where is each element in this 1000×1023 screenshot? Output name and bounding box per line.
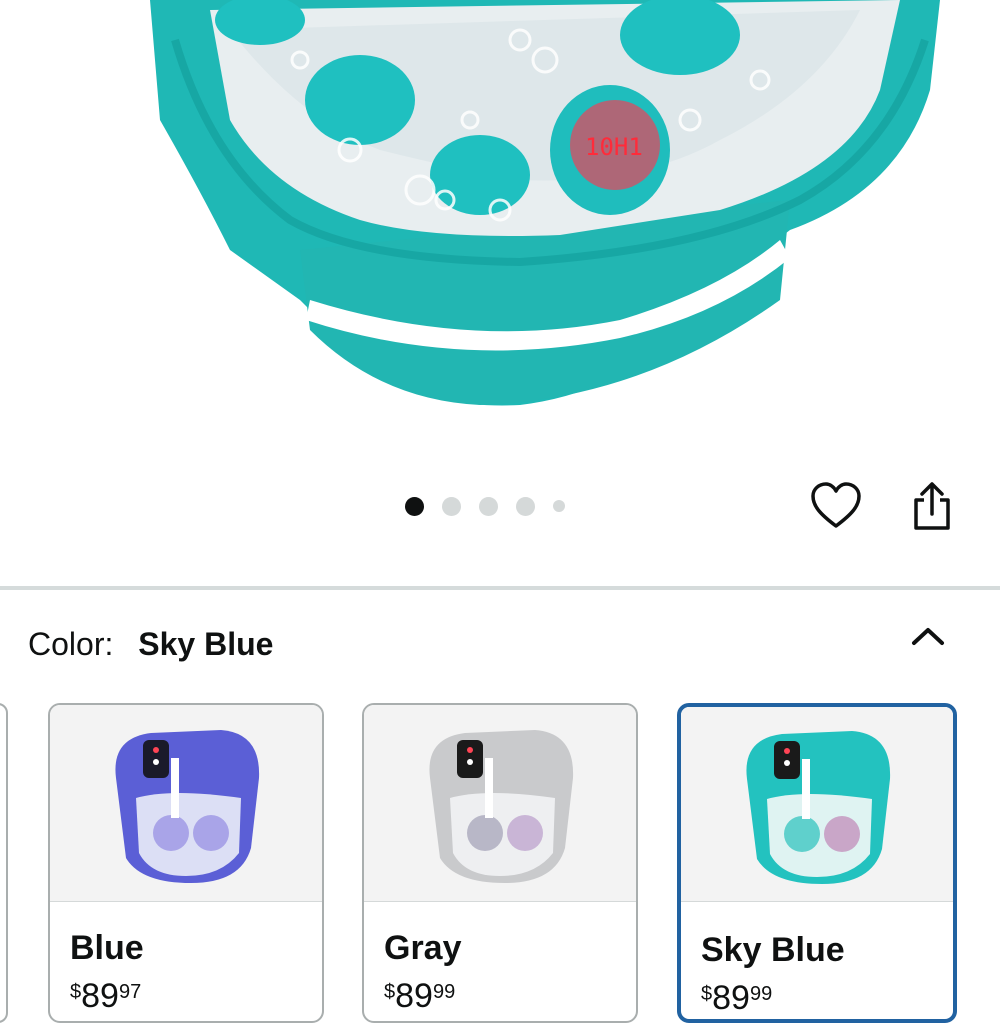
carousel-dot-3[interactable]: [479, 496, 498, 516]
color-option-sky-blue[interactable]: Sky Blue $8999: [677, 703, 957, 1023]
carousel-dot-4[interactable]: [516, 496, 535, 516]
color-option-price: $8999: [701, 979, 773, 1017]
foot-spa-image: 10H1: [150, 0, 940, 406]
color-option-thumbnail: [681, 707, 953, 902]
foot-spa-sky-blue-image: [746, 731, 891, 884]
color-option-price: $8997: [70, 977, 142, 1015]
color-option-price: $8999: [384, 977, 456, 1015]
color-option-name: Gray: [384, 929, 462, 967]
carousel-dot-1[interactable]: [405, 496, 424, 516]
color-option-thumbnail: [364, 705, 636, 902]
chevron-up-icon: [912, 628, 944, 645]
carousel-dot-5[interactable]: [553, 500, 565, 512]
color-option-name: Sky Blue: [701, 931, 845, 969]
product-image[interactable]: 10H1: [0, 0, 1000, 470]
heart-icon: [811, 482, 861, 528]
foot-spa-gray-image: [429, 730, 574, 883]
color-option-partial[interactable]: [0, 703, 8, 1023]
collapse-color-selector-button[interactable]: [900, 612, 956, 660]
color-selector-header: Color: Sky Blue: [28, 624, 273, 664]
section-divider: [0, 586, 1000, 590]
foot-spa-blue-image: [115, 730, 260, 883]
color-option-gray[interactable]: Gray $8999: [362, 703, 638, 1023]
color-option-name: Blue: [70, 929, 144, 967]
image-carousel-indicator[interactable]: [405, 496, 565, 516]
svg-text:10H1: 10H1: [585, 133, 643, 161]
color-option-thumbnail: [50, 705, 322, 902]
add-to-list-button[interactable]: [808, 478, 864, 534]
share-button[interactable]: [904, 478, 960, 534]
selected-color-value: Sky Blue: [138, 626, 274, 662]
carousel-dot-2[interactable]: [442, 496, 461, 516]
color-option-blue[interactable]: Blue $8997: [48, 703, 324, 1023]
share-icon: [914, 482, 950, 530]
color-label: Color:: [28, 626, 114, 662]
